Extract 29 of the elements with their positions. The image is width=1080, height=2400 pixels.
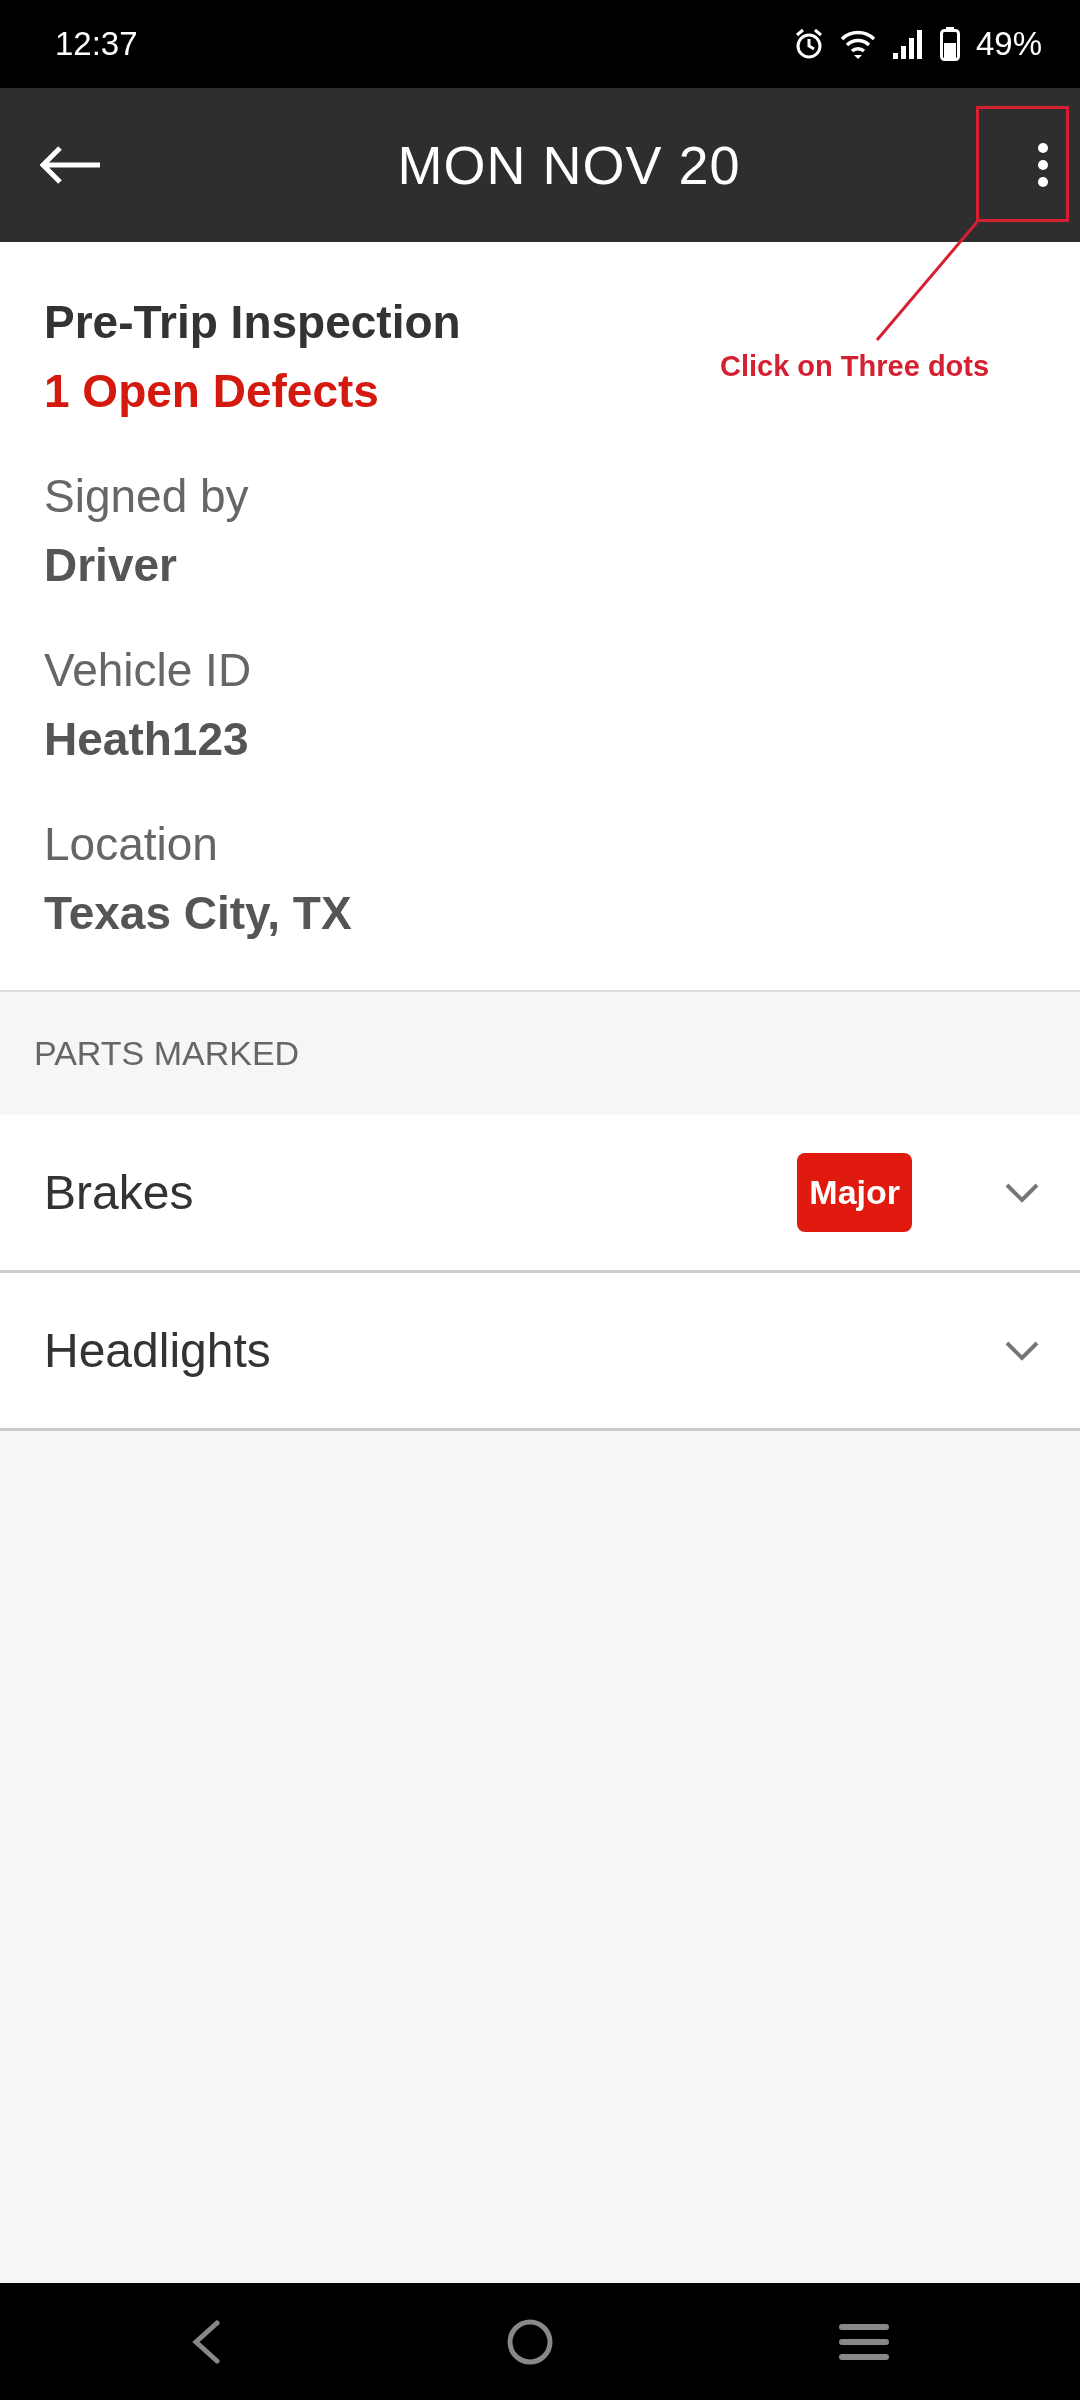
wifi-icon — [839, 29, 876, 59]
header-title: MON NOV 20 — [397, 133, 741, 197]
nav-home-icon[interactable] — [506, 2317, 554, 2366]
field-label: Signed by — [44, 469, 250, 524]
signal-icon — [891, 29, 924, 59]
field-value: Heath123 — [44, 712, 250, 767]
section-heading: PARTS MARKED — [33, 1033, 301, 1074]
annotation-text: Click on Three dots — [720, 349, 990, 384]
inspection-title: Pre-Trip Inspection — [44, 295, 461, 350]
part-name: Brakes — [44, 1164, 195, 1221]
open-defects-count: 1 Open Defects — [44, 364, 379, 419]
field-value: Driver — [44, 538, 178, 593]
chevron-icon[interactable] — [1004, 1339, 1040, 1362]
nav-back-icon[interactable] — [190, 2319, 221, 2364]
field-value: Texas City, TX — [44, 886, 353, 941]
severity-tag: Major — [797, 1153, 912, 1232]
part-row[interactable]: Brakes Major — [0, 1115, 1080, 1273]
chevron-icon[interactable] — [1004, 1181, 1040, 1204]
battery-percent: 49% — [975, 24, 1042, 65]
part-name: Headlights — [44, 1322, 272, 1379]
alarm-icon — [793, 28, 824, 60]
nav-recents-icon[interactable] — [839, 2321, 890, 2362]
back-arrow-icon[interactable] — [40, 145, 102, 185]
battery-icon — [939, 27, 960, 61]
status-time: 12:37 — [55, 24, 138, 65]
field-label: Vehicle ID — [44, 643, 253, 698]
more-options-icon[interactable] — [1036, 142, 1050, 188]
part-row[interactable]: Headlights — [0, 1273, 1080, 1431]
field-label: Location — [44, 817, 219, 872]
